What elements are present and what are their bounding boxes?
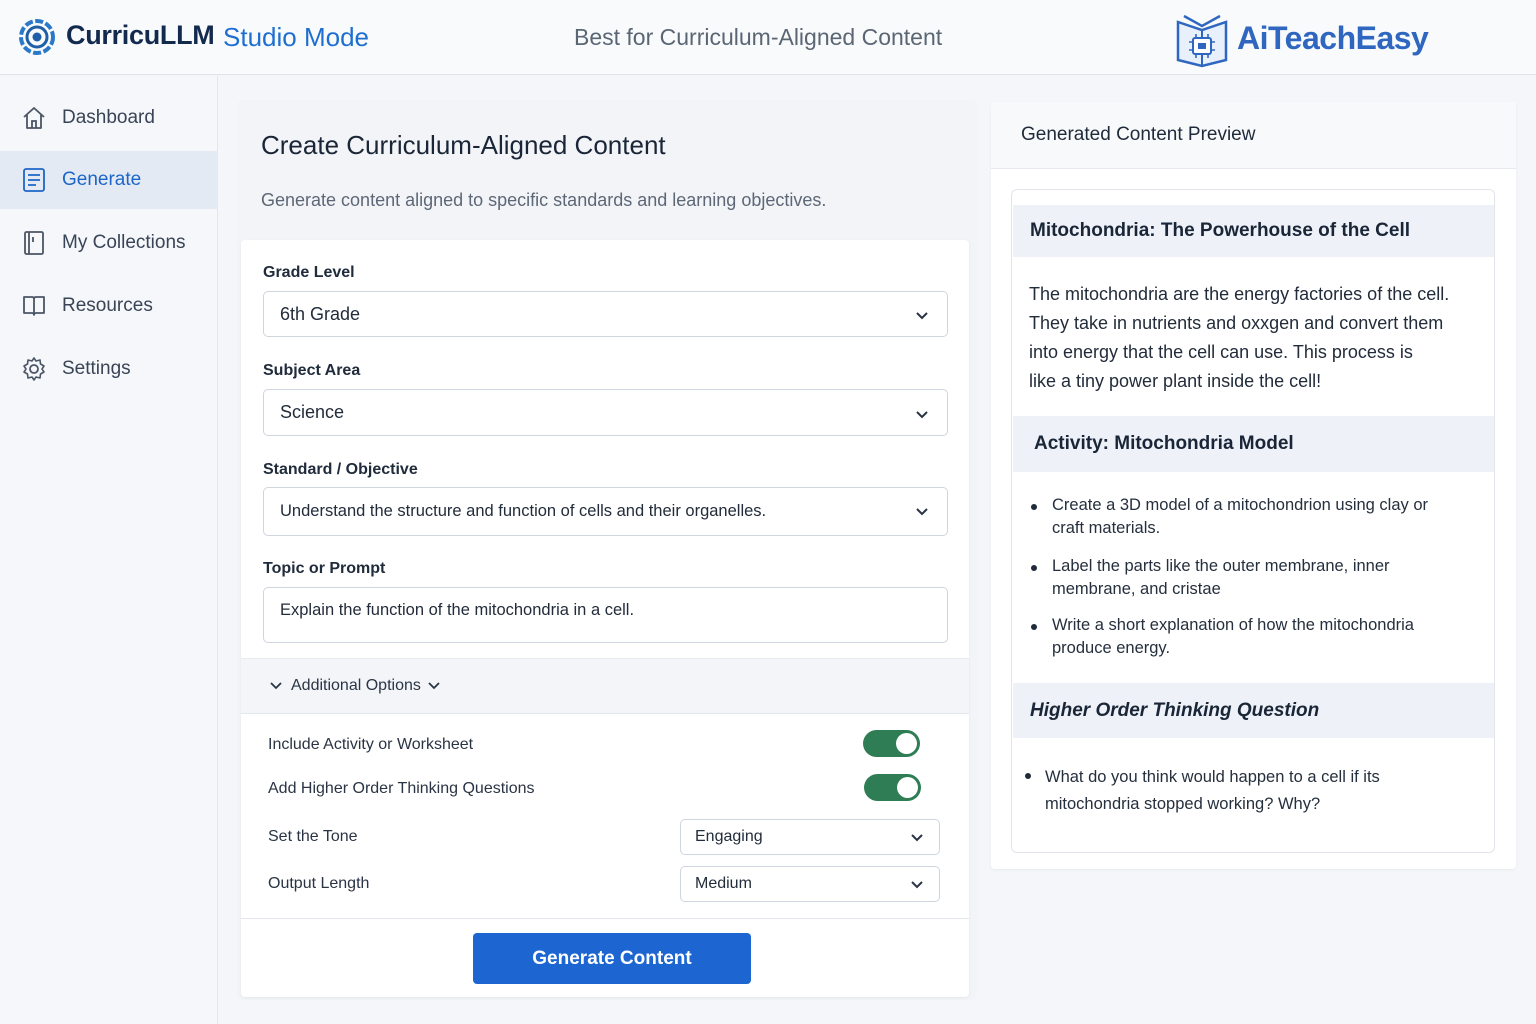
higher-order-toggle[interactable] (864, 774, 921, 801)
output-length-label: Output Length (268, 875, 370, 892)
chevron-down-icon (916, 312, 928, 320)
bullet-dot (1031, 565, 1037, 571)
additional-options-label: Additional Options (291, 677, 421, 694)
gear-icon (23, 357, 45, 381)
standard-objective-value: Understand the structure and function of… (280, 502, 767, 520)
generate-content-button[interactable]: Generate Content (473, 933, 751, 984)
output-length-select[interactable]: Medium (680, 866, 940, 902)
toggle-knob (896, 733, 917, 754)
list-item-line: Create a 3D model of a mitochondrion usi… (1052, 496, 1429, 514)
subject-area-select[interactable]: Science (263, 389, 948, 436)
topic-prompt-input[interactable]: Explain the function of the mitochondria… (263, 587, 948, 643)
sidebar-item-label: Settings (62, 358, 131, 379)
paragraph-line: The mitochondria are the energy factorie… (1029, 284, 1450, 304)
subject-area-value: Science (280, 402, 345, 422)
sidebar-item-my-collections[interactable]: My Collections (0, 214, 218, 272)
chevron-down-icon (911, 881, 923, 889)
additional-options-toggle[interactable]: Additional Options (241, 658, 969, 714)
output-length-value: Medium (695, 875, 752, 892)
topic-prompt-value: Explain the function of the mitochondria… (280, 601, 635, 619)
partner-brand: AiTeachEasy (1237, 20, 1429, 56)
list-item-line: membrane, and cristae (1052, 580, 1221, 598)
list-item: Create a 3D model of a mitochondrion usi… (1052, 494, 1428, 540)
list-item: Label the parts like the outer membrane,… (1052, 555, 1390, 601)
book-icon (24, 231, 44, 255)
grade-level-select[interactable]: 6th Grade (263, 291, 948, 337)
chevron-down-icon (428, 682, 440, 690)
chevron-down-icon (911, 834, 923, 842)
sidebar-item-generate[interactable]: Generate (0, 151, 218, 209)
mode-label: Studio Mode (223, 22, 369, 52)
logo-icon (19, 19, 55, 55)
chevron-down-icon (270, 682, 282, 690)
tone-label: Set the Tone (268, 828, 358, 845)
form-title: Create Curriculum-Aligned Content (261, 130, 666, 160)
include-activity-label: Include Activity or Worksheet (268, 736, 474, 753)
list-item-line: Write a short explanation of how the mit… (1052, 616, 1414, 634)
higher-order-label: Add Higher Order Thinking Questions (268, 780, 535, 797)
topic-prompt-label: Topic or Prompt (263, 560, 386, 577)
sidebar-item-dashboard[interactable]: Dashboard (0, 89, 218, 147)
brand-name: CurricuLLM (66, 20, 215, 50)
divider (241, 918, 969, 919)
home-icon (23, 107, 45, 129)
section1-paragraph: The mitochondria are the energy factorie… (1029, 280, 1449, 396)
toggle-knob (897, 777, 918, 798)
sidebar-item-settings[interactable]: Settings (0, 340, 218, 398)
standard-objective-select[interactable]: Understand the structure and function of… (263, 487, 948, 536)
section-heading: Activity: Mitochondria Model (1013, 416, 1494, 472)
chevron-down-icon (916, 411, 928, 419)
paragraph-line: like a tiny power plant inside the cell! (1029, 371, 1322, 391)
section1-title: Mitochondria: The Powerhouse of the Cell (1030, 220, 1411, 241)
list-item-line: mitochondria stopped working? Why? (1045, 795, 1321, 813)
bullet-dot (1031, 504, 1037, 510)
bullet-dot (1025, 773, 1031, 779)
paragraph-line: They take in nutrients and oxxgen and co… (1029, 313, 1444, 333)
tone-value: Engaging (695, 828, 763, 845)
list-item: What do you think would happen to a cell… (1045, 764, 1380, 818)
sidebar-item-resources[interactable]: Resources (0, 277, 218, 335)
preview-title: Generated Content Preview (1021, 124, 1256, 145)
sidebar: Dashboard Generate My Collections Resour… (0, 76, 218, 1024)
header-tagline: Best for Curriculum-Aligned Content (574, 24, 943, 50)
sidebar-item-label: Generate (62, 169, 142, 190)
list-item-line: craft materials. (1052, 519, 1161, 537)
chevron-down-icon (916, 508, 928, 516)
book-chip-logo-icon (1176, 14, 1228, 68)
include-activity-toggle[interactable] (863, 730, 920, 757)
list-item: Write a short explanation of how the mit… (1052, 614, 1414, 660)
grade-level-value: 6th Grade (280, 303, 361, 324)
section3-title: Higher Order Thinking Question (1030, 699, 1320, 721)
sidebar-item-label: My Collections (62, 232, 186, 253)
paragraph-line: into energy that the cell can use. This … (1029, 342, 1413, 362)
list-item-line: Label the parts like the outer membrane,… (1052, 557, 1390, 575)
form-subtitle: Generate content aligned to specific sta… (261, 190, 827, 210)
sidebar-item-label: Resources (62, 295, 153, 316)
tone-select[interactable]: Engaging (680, 819, 940, 855)
section-heading: Mitochondria: The Powerhouse of the Cell (1013, 205, 1494, 257)
bullet-dot (1031, 624, 1037, 630)
open-book-icon (23, 296, 45, 316)
section-heading: Higher Order Thinking Question (1013, 683, 1494, 738)
grade-level-label: Grade Level (263, 264, 355, 281)
list-item-line: What do you think would happen to a cell… (1045, 768, 1380, 786)
section2-title: Activity: Mitochondria Model (1034, 433, 1294, 454)
list-item-line: produce energy. (1052, 639, 1171, 657)
sidebar-item-label: Dashboard (62, 107, 155, 128)
subject-area-label: Subject Area (263, 362, 361, 379)
document-icon (23, 168, 45, 192)
standard-objective-label: Standard / Objective (263, 461, 418, 478)
